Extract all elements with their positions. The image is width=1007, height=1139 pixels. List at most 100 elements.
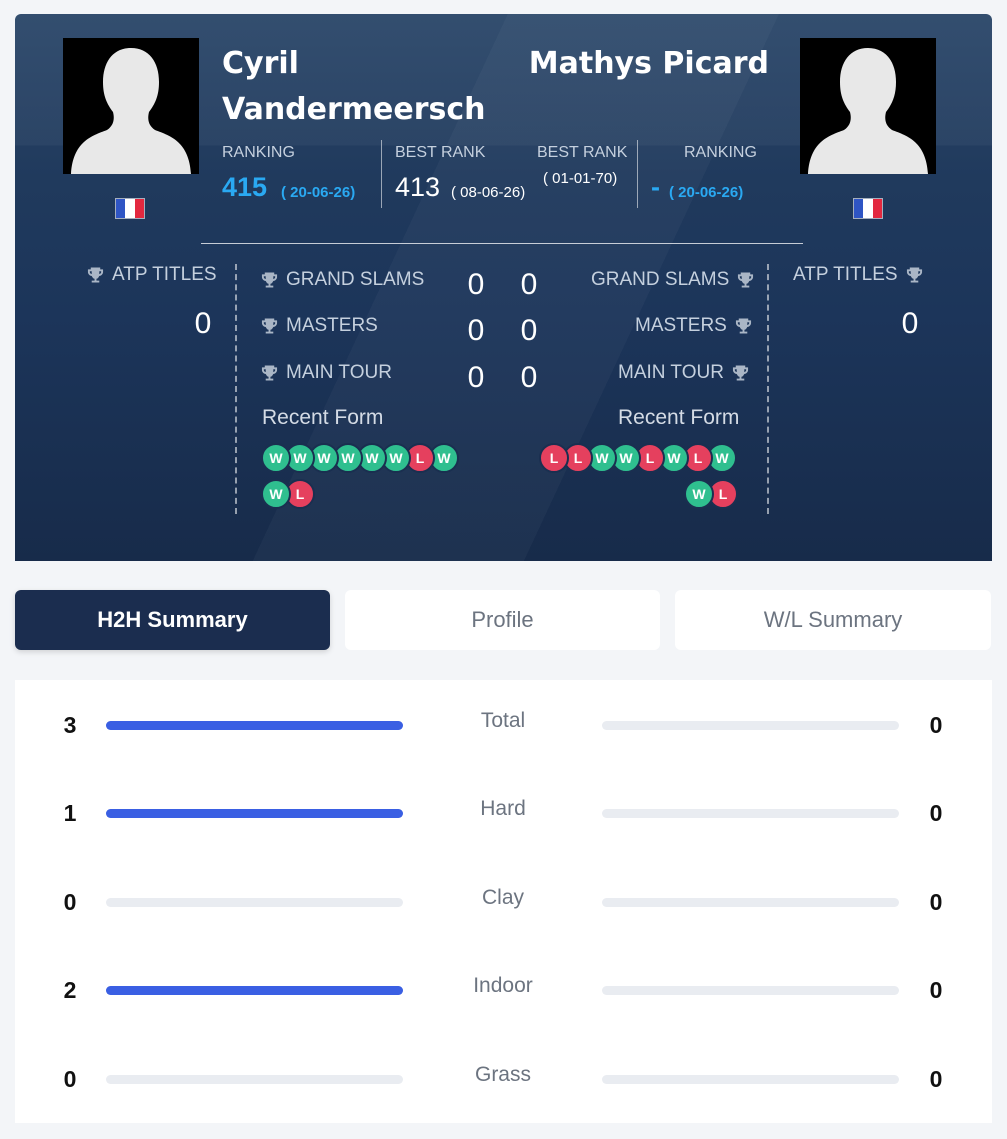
player2-name[interactable]: Mathys Picard <box>529 41 769 87</box>
h2h-row-total: 3 Total 0 <box>15 706 992 746</box>
p2-count: 0 <box>929 977 943 1003</box>
player1-main-tour-value: 0 <box>467 361 485 394</box>
p2-bar <box>602 898 899 907</box>
p1-count: 0 <box>63 1066 77 1092</box>
main-tour-text: MAIN TOUR <box>286 362 392 383</box>
p2-count: 0 <box>929 1066 943 1092</box>
p2-bar <box>602 1075 899 1084</box>
p1-bar <box>106 1075 403 1084</box>
p1-bar <box>106 986 403 995</box>
player1-masters-value: 0 <box>467 314 485 347</box>
masters-text: MASTERS <box>286 315 378 336</box>
avatar-silhouette-icon <box>63 38 199 174</box>
player2-grand-slams-value: 0 <box>520 268 538 301</box>
p1-count: 3 <box>63 712 77 738</box>
player1-grand-slams-label: GRAND SLAMS <box>261 269 424 291</box>
trophy-icon <box>261 318 278 334</box>
p2-bar <box>602 809 899 818</box>
player1-avatar[interactable] <box>63 38 199 174</box>
divider <box>637 140 638 208</box>
player2-atp-titles-label: ATP TITLES <box>793 264 923 286</box>
trophy-icon <box>261 365 278 381</box>
player2-recent-form-row2: WL <box>684 479 738 509</box>
p1-count: 1 <box>63 800 77 826</box>
p1-count: 2 <box>63 977 77 1003</box>
p2-count: 0 <box>929 800 943 826</box>
player1-best-rank-value: 413 <box>395 172 441 202</box>
player1-atp-titles-value: 0 <box>194 307 212 340</box>
grand-slams-text: GRAND SLAMS <box>591 269 730 290</box>
player2-masters-label: MASTERS <box>635 315 752 337</box>
masters-text: MASTERS <box>635 315 727 336</box>
player1-atp-titles-label: ATP TITLES <box>87 264 217 286</box>
player1-best-rank-date: ( 08-06-26) <box>451 184 526 201</box>
tab-h2h-summary[interactable]: H2H Summary <box>15 590 330 650</box>
form-loss-badge[interactable]: L <box>539 443 569 473</box>
player2-ranking-value: - <box>651 172 660 202</box>
h2h-row-grass: 0 Grass 0 <box>15 1060 992 1100</box>
trophy-icon <box>261 272 278 288</box>
player1-name[interactable]: Cyril Vandermeersch <box>222 41 502 133</box>
trophy-icon <box>735 318 751 334</box>
atp-titles-text: ATP TITLES <box>112 264 217 285</box>
tab-profile[interactable]: Profile <box>345 590 660 650</box>
trophy-icon <box>732 365 748 381</box>
tab-wl-summary[interactable]: W/L Summary <box>675 590 991 650</box>
p1-bar-fill <box>106 721 403 730</box>
player1-best-rank-label: BEST RANK <box>395 144 486 161</box>
p2-bar <box>602 721 899 730</box>
h2h-summary-panel: 3 Total 0 1 Hard 0 0 Clay 0 2 Indoor 0 0… <box>15 680 992 1123</box>
p1-bar-fill <box>106 809 403 818</box>
p2-count: 0 <box>929 889 943 915</box>
player2-ranking-date: ( 20-06-26) <box>669 184 744 201</box>
form-win-badge[interactable]: W <box>684 479 714 509</box>
player1-recent-form-row1: WWWWWWLW <box>261 443 459 473</box>
p2-count: 0 <box>929 712 943 738</box>
player1-masters-label: MASTERS <box>261 315 378 337</box>
player2-main-tour-value: 0 <box>520 361 538 394</box>
surface-label: Clay <box>481 886 524 909</box>
player2-best-rank-date: ( 01-01-70) <box>543 170 618 187</box>
grand-slams-text: GRAND SLAMS <box>286 269 425 290</box>
player2-ranking-label: RANKING <box>684 144 757 161</box>
player2-grand-slams-label: GRAND SLAMS <box>591 269 754 291</box>
surface-label: Hard <box>480 797 526 820</box>
divider <box>381 140 382 208</box>
h2h-row-clay: 0 Clay 0 <box>15 883 992 923</box>
player2-masters-value: 0 <box>520 314 538 347</box>
player2-best-rank-label: BEST RANK <box>537 144 628 161</box>
h2h-row-hard: 1 Hard 0 <box>15 794 992 834</box>
dashed-divider <box>235 264 237 514</box>
player1-grand-slams-value: 0 <box>467 268 485 301</box>
player2-recent-form-label: Recent Form <box>618 406 740 429</box>
main-tour-text: MAIN TOUR <box>618 362 724 383</box>
surface-label: Indoor <box>473 974 533 997</box>
player2-atp-titles-value: 0 <box>901 307 919 340</box>
trophy-icon <box>738 272 754 288</box>
form-win-badge[interactable]: W <box>261 479 291 509</box>
atp-titles-text: ATP TITLES <box>793 264 898 285</box>
trophy-icon <box>906 267 922 283</box>
p1-bar <box>106 721 403 730</box>
horizontal-divider <box>201 243 803 244</box>
player1-ranking-label: RANKING <box>222 144 295 161</box>
player-comparison-header: Cyril Vandermeersch Mathys Picard RANKIN… <box>15 14 992 561</box>
player1-name-line2: Vandermeersch <box>222 92 486 127</box>
dashed-divider <box>767 264 769 514</box>
player2-avatar[interactable] <box>800 38 936 174</box>
p1-bar <box>106 898 403 907</box>
p1-bar <box>106 809 403 818</box>
player2-recent-form-row1: LLWWLWLW <box>539 443 737 473</box>
france-flag-icon <box>853 198 883 219</box>
p1-bar-fill <box>106 986 403 995</box>
france-flag-icon <box>115 198 145 219</box>
player1-ranking-date: ( 20-06-26) <box>281 184 356 201</box>
surface-label: Total <box>480 709 526 732</box>
surface-label: Grass <box>474 1063 531 1086</box>
player1-recent-form-row2: WL <box>261 479 315 509</box>
form-win-badge[interactable]: W <box>261 443 291 473</box>
player1-name-line1: Cyril <box>222 46 299 81</box>
trophy-icon <box>87 267 104 283</box>
player1-recent-form-label: Recent Form <box>262 406 384 429</box>
player1-main-tour-label: MAIN TOUR <box>261 362 392 384</box>
